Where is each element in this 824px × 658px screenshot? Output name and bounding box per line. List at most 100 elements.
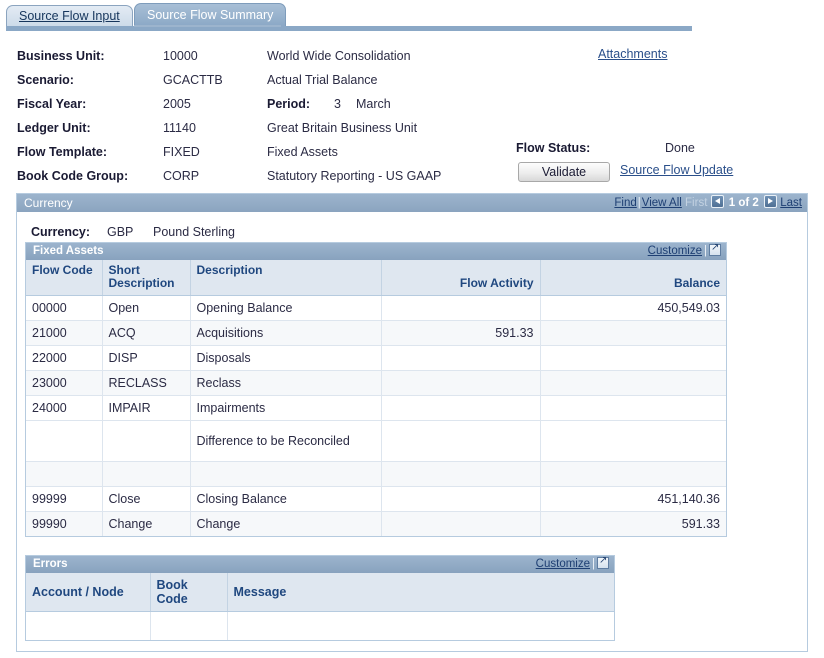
currency-name-value: Pound Sterling — [153, 225, 236, 239]
period-label: Period: — [267, 97, 311, 111]
cell-short-description — [102, 461, 191, 487]
table-row[interactable]: 23000 RECLASS Reclass — [26, 370, 726, 396]
field-row-book-code-group: Book Code Group: CORP Statutory Reportin… — [0, 164, 500, 188]
field-row-flow-template: Flow Template: FIXED Fixed Assets — [0, 140, 500, 164]
last-link[interactable]: Last — [780, 197, 802, 209]
book-code-group-description: Statutory Reporting - US GAAP — [267, 169, 442, 183]
cell-short-description: DISP — [102, 345, 191, 371]
cell-description: Disposals — [190, 345, 382, 371]
tab-source-flow-summary-label: Source Flow Summary — [147, 8, 274, 22]
errors-customize-link[interactable]: Customize — [536, 558, 590, 570]
column-header-flow-code[interactable]: Flow Code — [26, 260, 103, 296]
validate-button[interactable]: Validate — [518, 162, 610, 182]
cell-flow-activity: 591.33 — [381, 320, 541, 346]
currency-group-box: Currency Find|View All First 1 of 2 Last… — [16, 193, 808, 652]
currency-group-header: Currency Find|View All First 1 of 2 Last — [17, 194, 807, 212]
errors-empty-cell-book-code — [150, 611, 228, 640]
field-row-ledger-unit: Ledger Unit: 11140 Great Britain Busines… — [0, 116, 500, 140]
fixed-assets-grid-title: Fixed Assets — [33, 245, 104, 257]
attachments-link[interactable]: Attachments — [598, 47, 667, 61]
fixed-assets-grid: Fixed Assets Customize| Flow Code Short … — [25, 242, 727, 537]
column-header-description[interactable]: Description — [190, 260, 382, 296]
next-row-icon[interactable] — [764, 195, 778, 208]
cell-balance: 451,140.36 — [540, 486, 726, 512]
column-header-short-description[interactable]: Short Description — [102, 260, 191, 296]
column-header-book-code[interactable]: Book Code — [150, 573, 228, 612]
expand-grid-icon[interactable] — [709, 242, 721, 256]
cell-flow-activity — [381, 370, 541, 396]
errors-tools-separator: | — [592, 558, 595, 570]
tab-strip: Source Flow Input Source Flow Summary — [6, 3, 692, 31]
ledger-unit-label: Ledger Unit: — [17, 121, 91, 135]
cell-balance: 591.33 — [540, 511, 726, 536]
flow-template-description: Fixed Assets — [267, 145, 338, 159]
previous-row-icon[interactable] — [710, 195, 724, 208]
period-name-value: March — [356, 97, 391, 111]
column-header-balance[interactable]: Balance — [540, 260, 726, 296]
source-flow-update-link[interactable]: Source Flow Update — [620, 163, 733, 177]
cell-flow-code — [26, 461, 103, 487]
column-header-flow-activity[interactable]: Flow Activity — [381, 260, 541, 296]
cell-balance — [540, 461, 726, 487]
table-row[interactable] — [26, 461, 726, 487]
cell-flow-activity — [381, 420, 541, 462]
errors-grid: Errors Customize| Account / Node Book Co… — [25, 555, 615, 641]
cell-flow-activity — [381, 486, 541, 512]
errors-empty-row — [26, 611, 614, 640]
cell-balance — [540, 395, 726, 421]
first-link: First — [685, 197, 708, 209]
period-number-value: 3 — [334, 97, 341, 111]
table-row[interactable]: Difference to be Reconciled — [26, 420, 726, 462]
errors-grid-title: Errors — [33, 558, 68, 570]
table-row[interactable]: 00000 Open Opening Balance 450,549.03 — [26, 295, 726, 321]
cell-flow-code: 21000 — [26, 320, 103, 346]
column-header-account-node[interactable]: Account / Node — [26, 573, 151, 612]
table-row[interactable]: 99990 Change Change 591.33 — [26, 511, 726, 536]
fixed-assets-customize-link[interactable]: Customize — [648, 245, 702, 257]
cell-short-description: RECLASS — [102, 370, 191, 396]
fiscal-year-value: 2005 — [163, 97, 191, 111]
scenario-value: GCACTTB — [163, 73, 223, 87]
ledger-unit-value: 11140 — [163, 121, 196, 135]
table-row[interactable]: 21000 ACQ Acquisitions 591.33 — [26, 320, 726, 346]
cell-short-description: Open — [102, 295, 191, 321]
tab-source-flow-summary[interactable]: Source Flow Summary — [134, 3, 287, 26]
cell-balance — [540, 345, 726, 371]
expand-errors-grid-icon[interactable] — [597, 555, 609, 569]
scenario-description: Actual Trial Balance — [267, 73, 378, 87]
table-row[interactable]: 99999 Close Closing Balance 451,140.36 — [26, 486, 726, 512]
fixed-assets-grid-tools: Customize | — [648, 242, 721, 260]
cell-flow-activity — [381, 461, 541, 487]
view-all-link[interactable]: View All — [642, 197, 682, 209]
fixed-assets-grid-header: Fixed Assets Customize | — [26, 242, 726, 260]
cell-balance — [540, 320, 726, 346]
field-row-fiscal-year: Fiscal Year: 2005 Period: 3 March — [0, 92, 560, 116]
cell-flow-activity — [381, 345, 541, 371]
cell-flow-code — [26, 420, 103, 462]
field-row-scenario: Scenario: GCACTTB Actual Trial Balance — [0, 68, 500, 92]
flow-status-value: Done — [665, 141, 695, 155]
tab-source-flow-input[interactable]: Source Flow Input — [6, 5, 133, 26]
ledger-unit-description: Great Britain Business Unit — [267, 121, 418, 135]
field-row-business-unit: Business Unit: 10000 World Wide Consolid… — [0, 44, 500, 68]
currency-label: Currency: — [31, 225, 91, 239]
cell-flow-code: 23000 — [26, 370, 103, 396]
cell-short-description — [102, 420, 191, 462]
table-row[interactable]: 22000 DISP Disposals — [26, 345, 726, 371]
cell-flow-activity — [381, 295, 541, 321]
cell-balance — [540, 420, 726, 462]
column-header-message[interactable]: Message — [227, 573, 614, 612]
cell-flow-activity — [381, 395, 541, 421]
errors-table-body — [26, 611, 614, 640]
cell-short-description: Close — [102, 486, 191, 512]
table-row[interactable]: 24000 IMPAIR Impairments — [26, 395, 726, 421]
fixed-assets-tools-separator: | — [704, 245, 707, 257]
business-unit-value: 10000 — [163, 49, 198, 63]
cell-flow-code: 99999 — [26, 486, 103, 512]
business-unit-description: World Wide Consolidation — [267, 49, 411, 63]
cell-flow-activity — [381, 511, 541, 536]
cell-description — [190, 461, 382, 487]
find-link[interactable]: Find — [614, 197, 636, 209]
cell-flow-code: 22000 — [26, 345, 103, 371]
cell-description: Closing Balance — [190, 486, 382, 512]
